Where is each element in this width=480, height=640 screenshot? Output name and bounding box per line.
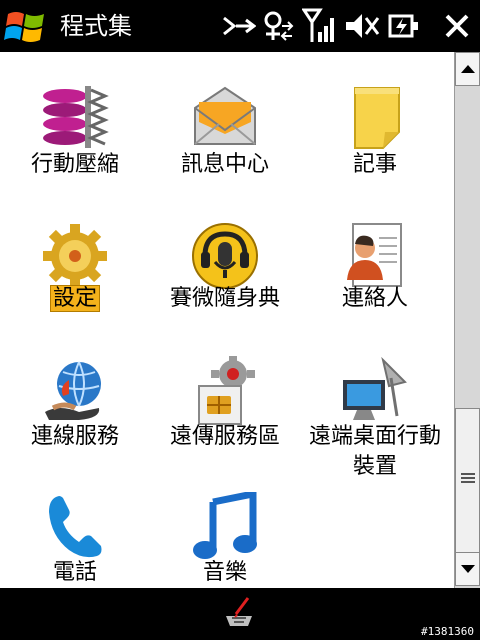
windows-start-icon[interactable] bbox=[4, 6, 48, 46]
app-label: 設定 bbox=[0, 284, 150, 314]
globe-icon bbox=[45, 361, 101, 420]
title-bar: 程式集 bbox=[0, 0, 480, 52]
scroll-down-button[interactable] bbox=[455, 552, 480, 586]
close-icon[interactable] bbox=[442, 8, 472, 44]
compression-icon bbox=[43, 86, 109, 148]
scroll-up-button[interactable] bbox=[455, 52, 480, 86]
app-label: 連絡人 bbox=[341, 286, 408, 311]
watermark-text: #1381360 bbox=[421, 625, 474, 638]
window-title: 程式集 bbox=[60, 12, 132, 40]
sim-card-icon bbox=[198, 356, 255, 425]
sync-icon[interactable] bbox=[262, 8, 294, 44]
envelope-icon bbox=[194, 86, 256, 145]
remote-desktop-icon bbox=[343, 356, 407, 420]
sip-keyboard-icon[interactable] bbox=[222, 596, 256, 630]
microphone-icon bbox=[192, 223, 258, 289]
contact-card-icon bbox=[347, 223, 402, 287]
arrow-up-icon bbox=[461, 65, 475, 73]
thumb-grip bbox=[461, 481, 475, 483]
app-label: 訊息中心 bbox=[180, 152, 269, 177]
connectivity-icon[interactable] bbox=[222, 8, 256, 44]
app-label: 遠端桌面行動 bbox=[308, 424, 441, 449]
app-label-line2: 裝置 bbox=[352, 454, 397, 479]
note-icon bbox=[354, 87, 400, 149]
program-grid: 行動壓縮 訊息中心 記事 設定 賽微隨身典 連絡人 連線服務 遠傳服務區 遠端桌… bbox=[0, 52, 454, 588]
softkey-bar: #1381360 bbox=[0, 588, 480, 640]
music-note-icon bbox=[193, 492, 257, 559]
app-label: 行動壓縮 bbox=[30, 152, 119, 177]
signal-icon[interactable] bbox=[302, 8, 338, 44]
volume-muted-icon[interactable] bbox=[344, 8, 380, 44]
thumb-grip bbox=[461, 477, 475, 479]
app-label: 記事 bbox=[352, 152, 397, 177]
thumb-grip bbox=[461, 473, 475, 475]
app-label: 電話 bbox=[52, 560, 97, 585]
selected-label-text: 設定 bbox=[49, 285, 100, 312]
arrow-down-icon bbox=[461, 565, 475, 573]
vertical-scrollbar[interactable] bbox=[454, 52, 480, 588]
app-label: 連線服務 bbox=[30, 424, 119, 449]
scroll-thumb[interactable] bbox=[455, 408, 480, 554]
gear-icon bbox=[43, 224, 107, 288]
battery-charging-icon[interactable] bbox=[386, 8, 420, 44]
app-label: 賽微隨身典 bbox=[169, 286, 280, 311]
phone-icon bbox=[49, 496, 102, 558]
app-label: 音樂 bbox=[202, 560, 247, 585]
app-label: 遠傳服務區 bbox=[169, 424, 280, 449]
